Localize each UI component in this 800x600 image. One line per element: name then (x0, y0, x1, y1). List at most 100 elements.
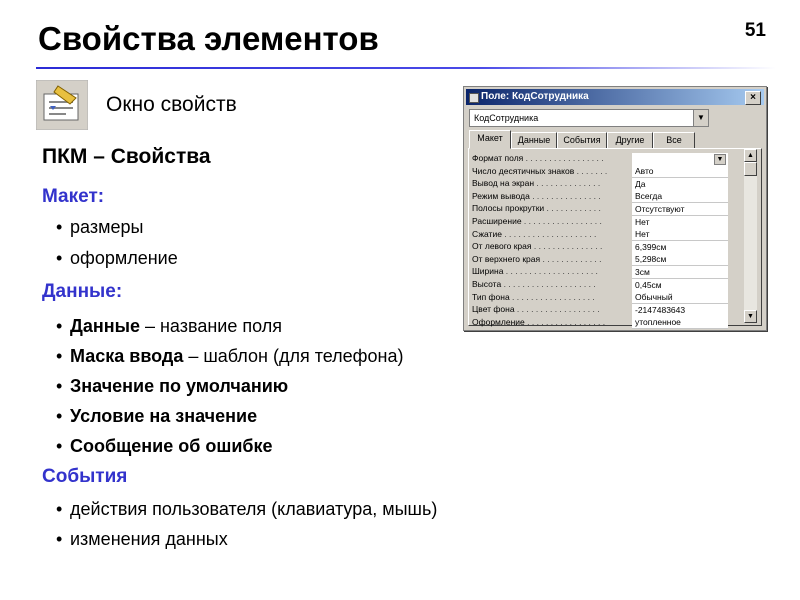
property-dots: . . . . . . . . . . . . (544, 203, 601, 214)
property-value-field[interactable]: утопленное (632, 316, 728, 330)
property-value-field[interactable]: Отсутствуют (632, 202, 728, 216)
property-value: Всегда (635, 191, 663, 202)
property-label: Число десятичных знаков . . . . . . . (472, 165, 624, 178)
property-dots: . . . . . . . . . . . . . . . . . . . . (501, 279, 596, 289)
scroll-up-icon[interactable]: ▲ (744, 149, 757, 162)
object-selector[interactable]: КодСотрудника ▼ (469, 109, 709, 127)
list-item: оформление (56, 248, 178, 269)
properties-icon (36, 80, 88, 130)
property-name: Формат поля (472, 153, 524, 163)
property-label: Режим вывода . . . . . . . . . . . . . .… (472, 190, 624, 203)
chevron-down-icon[interactable]: ▼ (714, 153, 726, 165)
property-label: Сжатие . . . . . . . . . . . . . . . . .… (472, 228, 624, 241)
property-name: Цвет фона (472, 304, 515, 315)
section-dannye-heading: Данные: (42, 281, 123, 302)
property-dots: . . . . . . . . . . . . . . . (529, 190, 601, 201)
property-value: 6,399см (635, 241, 667, 252)
list-item: размеры (56, 217, 143, 238)
property-label: Высота . . . . . . . . . . . . . . . . .… (472, 278, 624, 291)
property-label: Полосы прокрутки . . . . . . . . . . . . (472, 202, 624, 215)
vertical-scrollbar[interactable]: ▲ ▼ (744, 149, 757, 323)
section-maket-heading: Макет: (42, 186, 105, 207)
object-selector-value: КодСотрудника (474, 113, 539, 123)
property-value: Авто (635, 166, 654, 177)
list-item: Условие на значение (56, 406, 257, 427)
property-name: Оформление (472, 316, 525, 327)
property-name: Число десятичных знаков (472, 165, 575, 176)
property-value-field[interactable]: 0,45см (632, 278, 728, 292)
property-dots: . . . . . . . . . . . . . . . . . (524, 316, 606, 327)
list-item: действия пользователя (клавиатура, мышь) (56, 499, 437, 520)
property-label: Вывод на экран . . . . . . . . . . . . .… (472, 177, 624, 190)
tab-drugie[interactable]: Другие (607, 132, 653, 149)
property-dots: . . . . . . . . . . . . . . . . . . . . (501, 228, 597, 239)
property-value: Да (635, 178, 646, 189)
property-value: Обычный (635, 292, 673, 303)
chevron-down-icon[interactable]: ▼ (693, 110, 708, 126)
property-value: утопленное (635, 317, 681, 328)
property-dots: . . . . . . . . . . . . . . . . . . . . (503, 266, 598, 277)
list-item: изменения данных (56, 529, 228, 550)
property-value: Нет (635, 216, 650, 227)
property-name: Вывод на экран (472, 178, 535, 189)
property-name: Высота (472, 279, 502, 289)
property-dots: . . . . . . . . . . . . . . . . . . (509, 291, 595, 302)
property-value: 0,45см (635, 279, 662, 290)
property-label: От верхнего края . . . . . . . . . . . .… (472, 253, 624, 266)
page-number: 51 (744, 20, 766, 41)
page-title: Свойства элементов (38, 20, 379, 57)
list-item: Данные – название поля (56, 316, 282, 337)
property-value-field[interactable]: ▼ (632, 152, 728, 166)
property-label: Формат поля . . . . . . . . . . . . . . … (472, 152, 624, 165)
property-value-field[interactable]: -2147483643 (632, 303, 728, 317)
scroll-thumb[interactable] (744, 162, 757, 176)
properties-dialog: Поле: КодСотрудника × КодСотрудника ▼ Ма… (463, 86, 767, 331)
property-label: Тип фона . . . . . . . . . . . . . . . .… (472, 291, 624, 304)
property-dots: . . . . . . . . . . . . . . . . . (523, 153, 604, 163)
list-item: Сообщение об ошибке (56, 436, 273, 457)
property-value: -2147483643 (635, 304, 686, 315)
property-label: От левого края . . . . . . . . . . . . .… (472, 240, 624, 253)
dialog-window-icon (469, 93, 479, 103)
property-value-field[interactable]: Нет (632, 215, 728, 229)
property-name: Режим вывода (472, 190, 530, 201)
dialog-title: Поле: КодСотрудника (481, 91, 589, 102)
property-value-field[interactable]: Всегда (632, 190, 728, 204)
scroll-down-icon[interactable]: ▼ (744, 310, 757, 323)
property-value: 5,298см (635, 254, 667, 265)
properties-window-label: Окно свойств (106, 93, 237, 116)
property-value-field[interactable]: Нет (632, 228, 728, 242)
property-value-field[interactable]: 3см (632, 265, 728, 279)
tab-vse[interactable]: Все (653, 132, 695, 149)
property-value: 3см (635, 266, 650, 277)
property-label: Оформление . . . . . . . . . . . . . . .… (472, 316, 624, 329)
close-button[interactable]: × (745, 91, 761, 105)
property-value-field[interactable]: 5,298см (632, 253, 728, 267)
property-dots: . . . . . . . . . . . . . . . . . . (514, 304, 600, 315)
property-name: Расширение (472, 216, 522, 226)
property-value-field[interactable]: Обычный (632, 291, 728, 305)
property-value-field[interactable]: Авто (632, 165, 728, 179)
section-sobytiya-heading: События (42, 466, 128, 487)
pkm-properties-heading: ПКМ – Свойства (42, 145, 211, 168)
property-name: От верхнего края (472, 253, 541, 264)
dialog-titlebar: Поле: КодСотрудника × (466, 89, 764, 105)
property-label: Цвет фона . . . . . . . . . . . . . . . … (472, 303, 624, 316)
tab-maket[interactable]: Макет (469, 130, 511, 149)
property-dots: . . . . . . . . . . . . . . (534, 178, 601, 189)
property-label: Ширина . . . . . . . . . . . . . . . . .… (472, 265, 624, 278)
property-dots: . . . . . . . . . . . . . (540, 253, 602, 264)
property-dots: . . . . . . . . . . . . . . . (531, 241, 603, 252)
list-item: Маска ввода – шаблон (для телефона) (56, 346, 403, 367)
property-value-field[interactable]: 6,399см (632, 240, 728, 254)
list-item: Значение по умолчанию (56, 376, 288, 397)
property-name: Ширина (472, 266, 504, 277)
property-value: Нет (635, 229, 650, 240)
title-underline (36, 67, 776, 69)
tab-sobytiya[interactable]: События (557, 132, 607, 149)
property-name: От левого края (472, 241, 532, 252)
property-value-field[interactable]: Да (632, 177, 728, 191)
property-name: Тип фона (472, 291, 510, 302)
property-name: Полосы прокрутки (472, 203, 545, 214)
tab-dannye[interactable]: Данные (511, 132, 557, 149)
